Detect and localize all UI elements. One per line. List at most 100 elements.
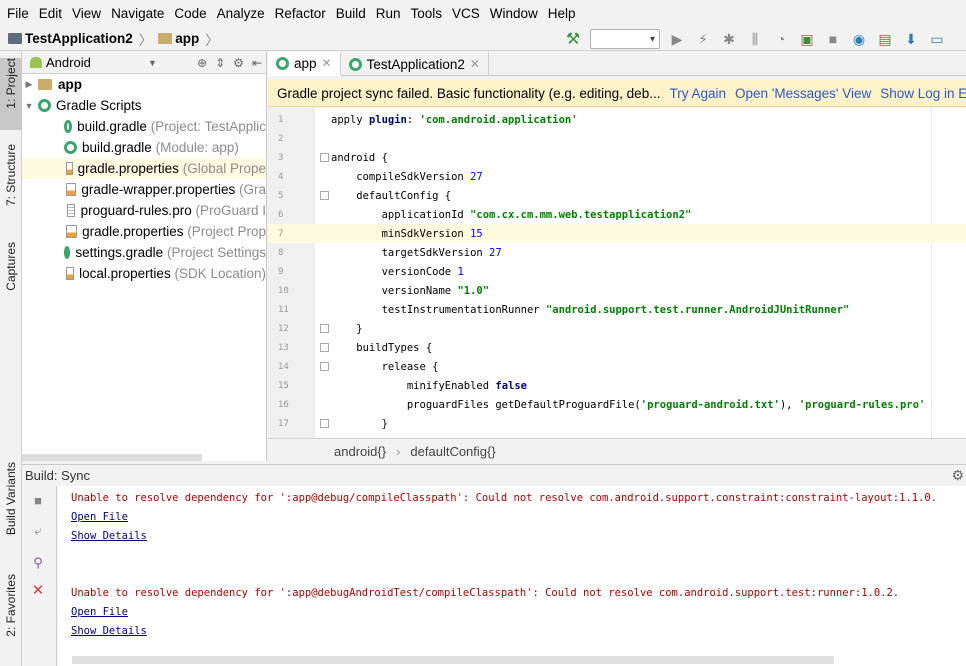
pin-icon[interactable]: ⚲ — [29, 554, 47, 572]
code-line[interactable]: 10 versionName "1.0" — [268, 281, 966, 300]
menu-analyze[interactable]: Analyze — [212, 6, 270, 21]
tool-tab-favorites[interactable]: 2: Favorites — [0, 574, 22, 658]
coverage-icon[interactable]: ◔ — [768, 28, 794, 50]
fold-toggle-icon[interactable] — [320, 419, 329, 428]
tree-item-gradle-properties-global[interactable]: gradle.properties (Global Prope — [22, 158, 266, 179]
code-editor[interactable]: 1 apply plugin: 'com.android.application'… — [268, 108, 966, 438]
code-line[interactable]: 13 buildTypes { — [268, 338, 966, 357]
close-icon[interactable]: ✕ — [322, 56, 332, 70]
editor-tab-label: app — [294, 55, 317, 71]
tree-item-gradle-wrapper-properties[interactable]: gradle-wrapper.properties (Gra — [22, 179, 266, 200]
tree-item-local-properties[interactable]: local.properties (SDK Location) — [22, 263, 266, 284]
fold-toggle-icon[interactable] — [320, 191, 329, 200]
tree-item-settings-gradle[interactable]: settings.gradle (Project Settings — [22, 242, 266, 263]
try-again-link[interactable]: Try Again — [669, 86, 726, 101]
profile-icon[interactable]: ⫼ — [742, 28, 768, 50]
chevron-down-icon[interactable]: ▼ — [22, 101, 36, 111]
tool-tab-build-variants[interactable]: Build Variants — [0, 462, 22, 562]
editor-breadcrumb-android[interactable]: android{} — [334, 444, 386, 459]
menu-file[interactable]: File — [2, 6, 34, 21]
tree-item-proguard-rules[interactable]: proguard-rules.pro (ProGuard I — [22, 200, 266, 221]
sync-icon[interactable]: ◉ — [846, 28, 872, 50]
open-file-link[interactable]: Open File — [71, 511, 128, 523]
menu-window[interactable]: Window — [485, 6, 543, 21]
menu-code[interactable]: Code — [169, 6, 211, 21]
soft-wrap-icon[interactable]: ⤶ — [29, 522, 47, 540]
editor-breadcrumb-defaultconfig[interactable]: defaultConfig{} — [410, 444, 495, 459]
device-monitor-icon[interactable]: ▭ — [924, 28, 950, 50]
build-hscrollbar[interactable] — [72, 656, 834, 664]
editor-tab-app[interactable]: app ✕ — [268, 52, 341, 76]
code-line[interactable]: 12 } — [268, 319, 966, 338]
code-line[interactable]: 5 defaultConfig { — [268, 186, 966, 205]
tree-item-gradle-scripts[interactable]: ▼ Gradle Scripts — [22, 95, 266, 116]
tree-item-build-gradle-project[interactable]: build.gradle (Project: TestApplic — [22, 116, 266, 137]
code-line[interactable]: 1 apply plugin: 'com.android.application' — [268, 110, 966, 129]
scroll-from-source-icon[interactable]: ⊕ — [197, 56, 207, 70]
code-line-current[interactable]: 7 minSdkVersion 15 — [268, 224, 966, 243]
run-icon[interactable]: ▶ — [664, 28, 690, 50]
menu-vcs[interactable]: VCS — [447, 6, 485, 21]
menu-help[interactable]: Help — [543, 6, 581, 21]
code-line[interactable]: 16 proguardFiles getDefaultProguardFile(… — [268, 395, 966, 414]
code-line[interactable]: 8 targetSdkVersion 27 — [268, 243, 966, 262]
editor-tab-testapplication2[interactable]: TestApplication2 ✕ — [341, 52, 489, 76]
gear-icon[interactable]: ⚙ — [233, 56, 244, 70]
avd-manager-icon[interactable]: ▤ — [872, 28, 898, 50]
chevron-right-icon[interactable]: ▶ — [22, 79, 36, 90]
show-log-link[interactable]: Show Log in Explo — [880, 86, 966, 101]
menu-refactor[interactable]: Refactor — [270, 6, 331, 21]
code-line[interactable]: 11 testInstrumentationRunner "android.su… — [268, 300, 966, 319]
hide-panel-icon[interactable]: ⇤ — [252, 56, 262, 70]
close-icon[interactable]: ✕ — [29, 581, 47, 599]
menu-view[interactable]: View — [67, 6, 106, 21]
stop-icon[interactable]: ■ — [820, 28, 846, 50]
fold-toggle-icon[interactable] — [320, 362, 329, 371]
tree-item-build-gradle-module[interactable]: build.gradle (Module: app) — [22, 137, 266, 158]
code-line[interactable]: 2 — [268, 129, 966, 148]
hammer-icon[interactable]: ⚒ — [560, 28, 586, 50]
fold-toggle-icon[interactable] — [320, 343, 329, 352]
project-hscrollbar[interactable] — [22, 454, 202, 461]
apply-changes-icon[interactable]: ⚡ — [690, 28, 716, 50]
code-line[interactable]: 3 android { — [268, 148, 966, 167]
project-panel-header: Android ▼ ⊕ ⇕ ⚙ ⇤ — [22, 52, 266, 74]
menu-build[interactable]: Build — [331, 6, 371, 21]
menu-edit[interactable]: Edit — [34, 6, 67, 21]
menu-navigate[interactable]: Navigate — [106, 6, 169, 21]
fold-toggle-icon[interactable] — [320, 324, 329, 333]
show-details-link[interactable]: Show Details — [71, 530, 147, 542]
collapse-all-icon[interactable]: ⇕ — [215, 56, 225, 70]
code-line[interactable]: 4 compileSdkVersion 27 — [268, 167, 966, 186]
tree-item-label: Gradle Scripts — [56, 98, 142, 113]
tool-tab-captures[interactable]: Captures — [0, 242, 22, 312]
tree-item-app[interactable]: ▶ app — [22, 74, 266, 95]
code-line[interactable]: 9 versionCode 1 — [268, 262, 966, 281]
tool-tab-project[interactable]: 1: Project — [0, 58, 22, 130]
breadcrumb-module[interactable]: app — [175, 31, 199, 46]
code-line[interactable]: 6 applicationId "com.cx.cm.mm.web.testap… — [268, 205, 966, 224]
code-line[interactable]: 14 release { — [268, 357, 966, 376]
debug-icon[interactable]: ✱ — [716, 28, 742, 50]
gear-icon[interactable]: ⚙ — [951, 467, 964, 484]
tree-item-hint: (Module: app) — [155, 140, 239, 155]
menu-tools[interactable]: Tools — [406, 6, 448, 21]
show-details-link[interactable]: Show Details — [71, 625, 147, 637]
stop-icon[interactable]: ■ — [29, 491, 47, 509]
code-line[interactable]: 17 } — [268, 414, 966, 433]
close-icon[interactable]: ✕ — [470, 57, 480, 71]
attach-debugger-icon[interactable]: ▣ — [794, 28, 820, 50]
menu-run[interactable]: Run — [371, 6, 406, 21]
tree-item-gradle-properties-project[interactable]: gradle.properties (Project Prop — [22, 221, 266, 242]
code-line[interactable]: 15 minifyEnabled false — [268, 376, 966, 395]
open-messages-link[interactable]: Open 'Messages' View — [735, 86, 871, 101]
breadcrumb-project[interactable]: TestApplication2 — [25, 31, 133, 46]
run-config-select[interactable]: ▾ — [590, 29, 660, 49]
project-view-selector[interactable]: Android — [46, 55, 91, 70]
fold-toggle-icon[interactable] — [320, 153, 329, 162]
chevron-down-icon[interactable]: ▼ — [148, 58, 157, 68]
open-file-link[interactable]: Open File — [71, 606, 128, 618]
sdk-manager-icon[interactable]: ⬇ — [898, 28, 924, 50]
tool-tab-structure[interactable]: 7: Structure — [0, 144, 22, 232]
build-output[interactable]: Unable to resolve dependency for ':app@d… — [58, 486, 966, 666]
